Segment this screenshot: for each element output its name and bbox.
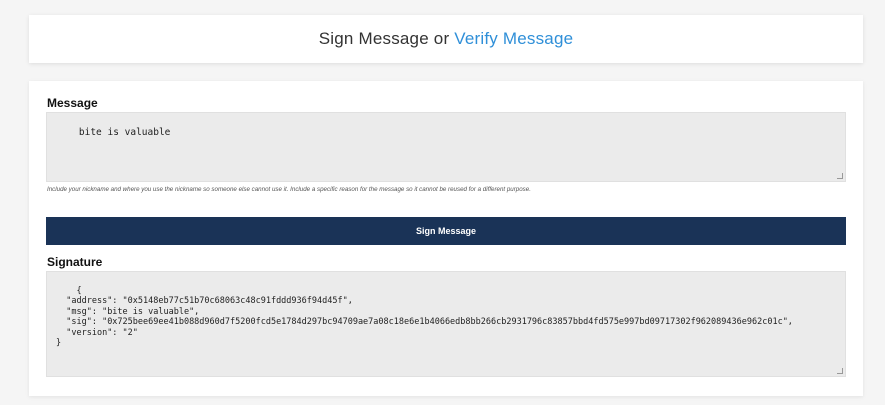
page-header: Sign Message or Verify Message [29,15,863,63]
signature-textarea[interactable]: { "address": "0x5148eb77c51b70c68063c48c… [46,271,846,377]
message-label: Message [47,96,98,110]
resize-handle[interactable] [837,173,843,179]
verify-message-link[interactable]: Verify Message [454,29,573,48]
sign-form-card: Message bite is valuable Include your ni… [29,81,863,396]
signature-text: { "address": "0x5148eb77c51b70c68063c48c… [56,285,793,349]
signature-label: Signature [47,255,103,269]
message-hint: Include your nickname and where you use … [47,186,531,193]
sign-message-button[interactable]: Sign Message [46,217,846,245]
resize-handle[interactable] [837,368,843,374]
title-prefix: Sign Message or [318,29,455,48]
message-textarea[interactable]: bite is valuable [46,112,846,182]
page-title: Sign Message or Verify Message [319,29,574,49]
message-text: bite is valuable [78,127,171,138]
